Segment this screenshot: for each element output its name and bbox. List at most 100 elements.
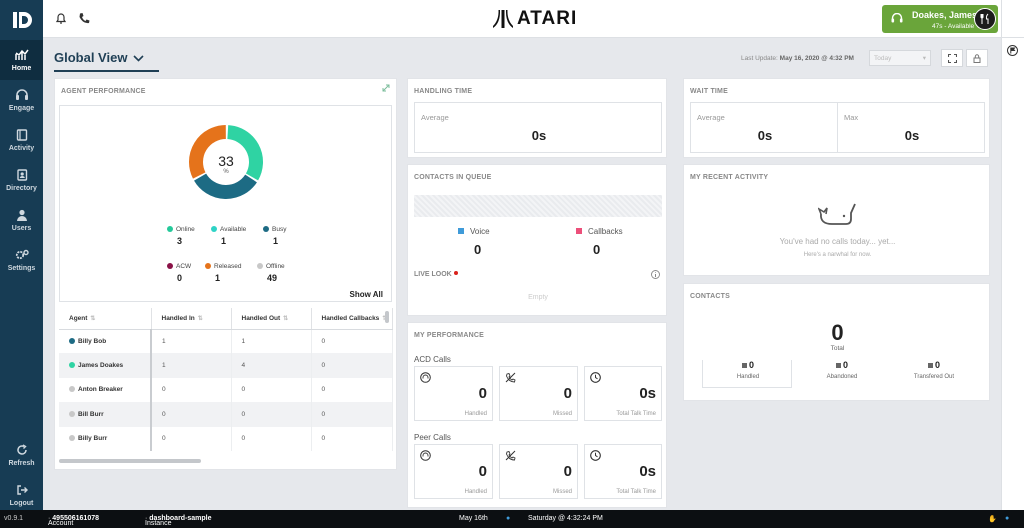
donut-unit: %: [223, 169, 229, 175]
acd-handled-value: 0: [478, 385, 487, 402]
refresh-button[interactable]: Refresh: [0, 438, 43, 472]
legend-offline: Offline 49: [257, 263, 285, 283]
headset-icon: [420, 372, 431, 385]
voice-label: Voice: [458, 227, 490, 236]
abandoned-swatch: [835, 363, 841, 368]
notifications-bell-icon[interactable]: [55, 12, 67, 27]
panel-title: WAIT TIME: [690, 88, 728, 95]
flag-icon[interactable]: [1007, 45, 1018, 58]
sidebar-item-directory[interactable]: Directory: [0, 160, 43, 200]
callbacks-value: 0: [593, 242, 601, 257]
expand-icon[interactable]: [382, 84, 390, 94]
sidebar-item-activity[interactable]: Activity: [0, 120, 43, 160]
table-row[interactable]: Anton Breaker 0 0 0: [59, 377, 393, 403]
info-icon[interactable]: [651, 270, 660, 281]
max-value: 0s: [904, 128, 920, 143]
panel-title: CONTACTS: [690, 293, 730, 300]
live-indicator: [453, 271, 458, 275]
agent-status-button[interactable]: Doakes, James 47s - Available ⌄: [882, 5, 998, 33]
average-label: Average: [697, 113, 725, 122]
sort-icon: ⇅: [197, 315, 203, 322]
table-row[interactable]: James Doakes 1 4 0: [59, 353, 393, 378]
agents-table: Agent ⇅ Handled In ⇅ Handled Out ⇅ Handled …: [59, 308, 393, 451]
sidebar-item-label: Settings: [7, 265, 36, 272]
refresh-label: Refresh: [8, 460, 35, 467]
view-selector[interactable]: Global View: [54, 50, 145, 65]
user-icon: [16, 209, 27, 221]
sidebar-item-settings[interactable]: Settings: [0, 240, 43, 280]
sidebar-item-label: Engage: [8, 105, 35, 112]
legend-released: Released 1: [205, 263, 241, 283]
instance-info: Instance · dashboard-sample: [145, 515, 212, 527]
contacts-handled-box: 0 Handled: [702, 360, 792, 388]
headset-icon: [891, 12, 903, 26]
acd-missed-label: Missed: [552, 411, 572, 417]
queue-bar: [414, 195, 662, 217]
brand-name: ATARI: [517, 8, 578, 29]
agent-performance-panel: AGENT PERFORMANCE 33 % Online 3 Available…: [54, 78, 397, 470]
lock-button[interactable]: [966, 49, 988, 67]
recent-activity-panel: MY RECENT ACTIVITY You've had no calls t…: [683, 164, 990, 276]
chevron-down-icon: ▾: [922, 55, 926, 62]
peer-calls-label: Peer Calls: [414, 433, 451, 442]
sidebar-item-label: Users: [11, 225, 32, 232]
transferred-label: Transfered Out: [913, 374, 955, 380]
column-header-agent[interactable]: Agent ⇅: [59, 308, 152, 330]
column-header-handled-out[interactable]: Handled Out ⇅: [231, 308, 312, 330]
table-horizontal-scrollbar[interactable]: [59, 459, 201, 463]
peer-talk-card: 0s Total Talk Time: [584, 444, 662, 499]
column-header-handled-callbacks[interactable]: Handled Callbacks⇅: [311, 308, 393, 330]
table-row[interactable]: Billy Burr 0 0 0: [59, 426, 393, 451]
brand-logo: ATARI: [493, 8, 577, 30]
peer-missed-value: 0: [563, 463, 572, 480]
acd-talk-value: 0s: [639, 385, 656, 402]
peer-talk-value: 0s: [639, 463, 656, 480]
headset-icon: [420, 450, 431, 463]
average-label: Average: [421, 113, 449, 122]
drop-icon: ●: [506, 515, 511, 522]
sidebar-item-users[interactable]: Users: [0, 200, 43, 240]
table-vertical-scrollbar[interactable]: [385, 311, 389, 323]
table-row[interactable]: Bill Burr 0 0 0: [59, 402, 393, 427]
legend-busy: Busy 1: [263, 226, 286, 246]
callbacks-swatch: [576, 228, 582, 234]
missed-call-icon: [505, 450, 516, 463]
hand-cursor-icon: ✋: [988, 516, 997, 523]
handled-value: 0: [748, 360, 754, 370]
wait-time-panel: WAIT TIME Average 0s Max 0s: [683, 78, 990, 158]
expand-icon: [947, 53, 957, 63]
transferred-swatch: [927, 363, 933, 368]
status-dot: [69, 410, 75, 417]
panel-title: AGENT PERFORMANCE: [61, 88, 146, 95]
table-row[interactable]: Billy Bob 1 1 0: [59, 329, 393, 354]
status-dot: [69, 362, 75, 369]
empty-message: You've had no calls today... yet...: [779, 237, 896, 246]
sidebar-item-engage[interactable]: Engage: [0, 80, 43, 120]
app-logo[interactable]: [0, 0, 43, 40]
period-select[interactable]: Today ▾: [869, 50, 931, 66]
headset-icon: [15, 89, 28, 100]
live-look-empty: Empty: [528, 294, 548, 301]
fullscreen-button[interactable]: [941, 49, 963, 67]
contacts-abandoned-box: 0 Abandoned: [797, 360, 887, 388]
clock-icon: [590, 450, 601, 463]
panel-title: MY RECENT ACTIVITY: [690, 174, 769, 181]
narwhal-icon: [817, 202, 856, 230]
sort-icon: ⇅: [90, 315, 96, 322]
sidebar-item-home[interactable]: Home: [0, 40, 43, 80]
logout-icon: [16, 485, 28, 495]
legend-dot: [167, 263, 173, 269]
phone-icon[interactable]: [78, 12, 90, 27]
wait-average-box: Average 0s: [690, 102, 838, 153]
voice-value: 0: [474, 242, 482, 257]
acd-missed-card: 0 Missed: [499, 366, 578, 421]
peer-talk-label: Total Talk Time: [616, 489, 656, 495]
logout-button[interactable]: Logout: [0, 478, 43, 512]
empty-submessage: Here's a narwhal for now.: [803, 252, 872, 258]
show-all-button[interactable]: Show All: [350, 290, 383, 299]
avatar[interactable]: [974, 8, 996, 30]
column-header-handled-in[interactable]: Handled In ⇅: [151, 308, 232, 330]
missed-call-icon: [505, 372, 516, 385]
peer-missed-card: 0 Missed: [499, 444, 578, 499]
sidebar-item-label: Directory: [6, 185, 37, 192]
